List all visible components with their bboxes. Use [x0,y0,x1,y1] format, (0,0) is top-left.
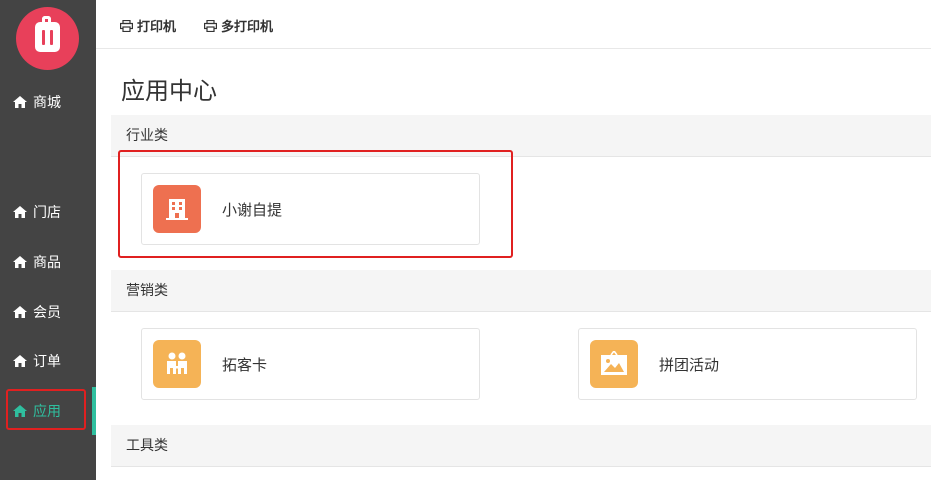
sidebar-item-label: 订单 [33,354,61,370]
printer-icon [120,19,133,32]
printer-icon [204,19,217,32]
main-content: 应用中心 行业类 小谢自提 营销类 拓客卡 拼团活动 工具类 [96,49,931,480]
top-toolbar: 打印机 多打印机 [96,0,931,49]
home-icon [13,355,27,367]
multi-printer-label: 多打印机 [221,20,274,35]
home-icon [13,256,27,268]
highlight-box-apps [6,389,86,430]
sidebar-item-label: 商城 [33,95,61,111]
app-card-group-buy[interactable]: 拼团活动 [578,328,917,400]
sidebar-item-label: 门店 [33,205,61,221]
printer-button[interactable]: 打印机 [120,16,176,35]
sidebar-item-label: 商品 [33,255,61,271]
app-card-label: 拼团活动 [659,355,720,374]
people-icon [153,340,201,388]
home-icon [13,306,27,318]
sidebar-item-orders[interactable]: 订单 [0,337,96,385]
sidebar-item-members[interactable]: 会员 [0,288,96,336]
printer-label: 打印机 [137,20,177,35]
sidebar-item-shop[interactable]: 商城 [0,78,96,126]
home-icon [13,206,27,218]
home-icon [13,96,27,108]
multi-printer-button[interactable]: 多打印机 [204,16,273,35]
sidebar-item-store[interactable]: 门店 [0,188,96,236]
sidebar-item-products[interactable]: 商品 [0,238,96,286]
sidebar-item-label: 会员 [33,305,61,321]
picture-icon [590,340,638,388]
section-header-marketing: 营销类 [111,270,931,312]
app-card-customer-card[interactable]: 拓客卡 [141,328,480,400]
page-title: 应用中心 [121,77,217,105]
app-card-label: 拓客卡 [222,355,268,374]
highlight-box-self-pickup [118,150,513,258]
luggage-icon [35,16,60,52]
section-header-tools: 工具类 [111,425,931,467]
app-logo[interactable] [16,7,79,70]
